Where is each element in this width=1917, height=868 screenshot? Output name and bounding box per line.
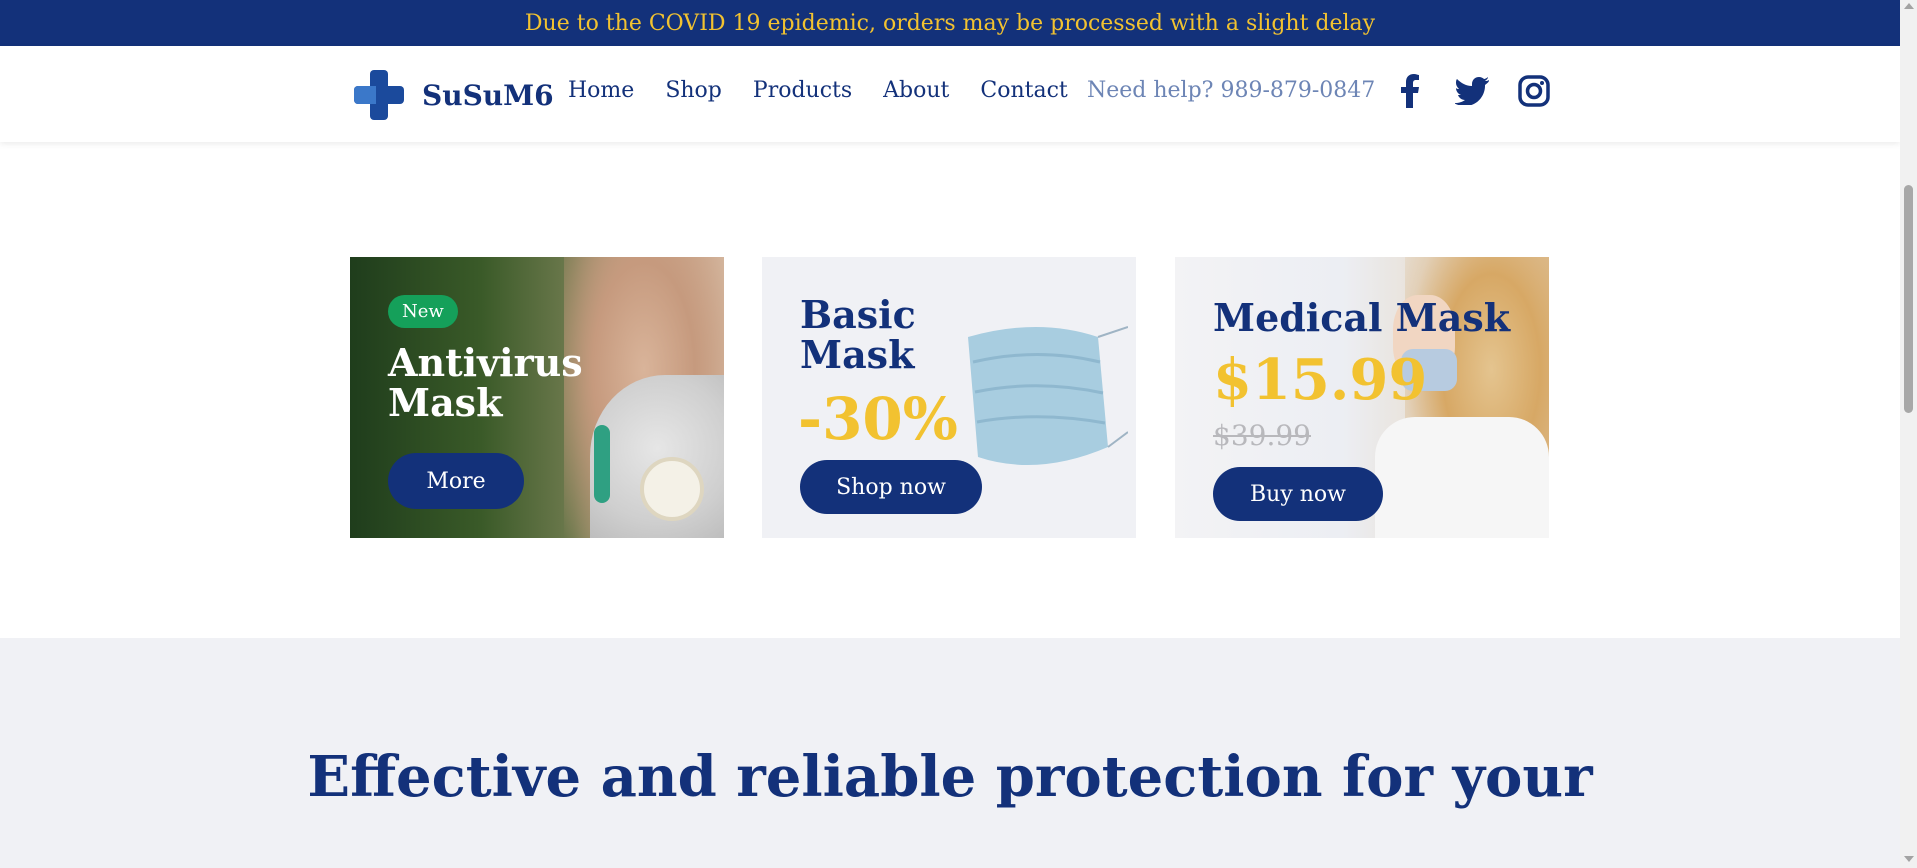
promo-title: Basic Mask xyxy=(800,292,916,377)
scroll-down-icon[interactable] xyxy=(1904,856,1914,862)
old-price: $39.99 xyxy=(1213,419,1311,452)
promo-card-medical: Medical Mask $15.99 $39.99 Buy now xyxy=(1175,257,1549,538)
main-nav: Home Shop Products About Contact xyxy=(568,78,1068,103)
social-links xyxy=(1393,74,1551,108)
more-button[interactable]: More xyxy=(388,453,524,509)
logo[interactable]: SuSuM6 xyxy=(350,66,554,124)
promo-cards: New Antivirus Mask More Basic Mask -30% … xyxy=(350,257,1549,538)
twitter-icon[interactable] xyxy=(1455,74,1489,108)
nav-home[interactable]: Home xyxy=(568,78,634,103)
nav-about[interactable]: About xyxy=(883,78,949,103)
site-header: SuSuM6 Home Shop Products About Contact … xyxy=(0,46,1900,142)
facebook-icon[interactable] xyxy=(1393,74,1427,108)
valve-image xyxy=(640,457,704,521)
promo-title: Antivirus Mask xyxy=(388,340,583,425)
promo-title: Medical Mask xyxy=(1213,295,1511,340)
scroll-up-icon[interactable] xyxy=(1904,3,1914,9)
nav-products[interactable]: Products xyxy=(753,78,852,103)
announcement-bar: Due to the COVID 19 epidemic, orders may… xyxy=(0,0,1900,46)
cross-logo-icon xyxy=(350,66,408,124)
nav-shop[interactable]: Shop xyxy=(665,78,722,103)
surgical-mask-image xyxy=(968,326,1128,465)
nav-contact[interactable]: Contact xyxy=(980,78,1067,103)
instagram-icon[interactable] xyxy=(1517,74,1551,108)
promo-card-antivirus: New Antivirus Mask More xyxy=(350,257,724,538)
vertical-scrollbar[interactable] xyxy=(1900,0,1917,868)
new-badge: New xyxy=(388,295,458,328)
help-phone[interactable]: Need help? 989-879-0847 xyxy=(1087,78,1375,103)
discount-label: -30% xyxy=(798,385,958,453)
shop-now-button[interactable]: Shop now xyxy=(800,460,982,514)
buy-now-button[interactable]: Buy now xyxy=(1213,467,1383,521)
scroll-thumb[interactable] xyxy=(1904,185,1913,413)
promo-card-basic: Basic Mask -30% Shop now xyxy=(762,257,1136,538)
brand-name: SuSuM6 xyxy=(422,78,554,112)
features-section: Effective and reliable protection for yo… xyxy=(0,638,1900,868)
section-heading: Effective and reliable protection for yo… xyxy=(307,744,1593,810)
price: $15.99 xyxy=(1213,347,1428,413)
announcement-text: Due to the COVID 19 epidemic, orders may… xyxy=(524,10,1376,36)
